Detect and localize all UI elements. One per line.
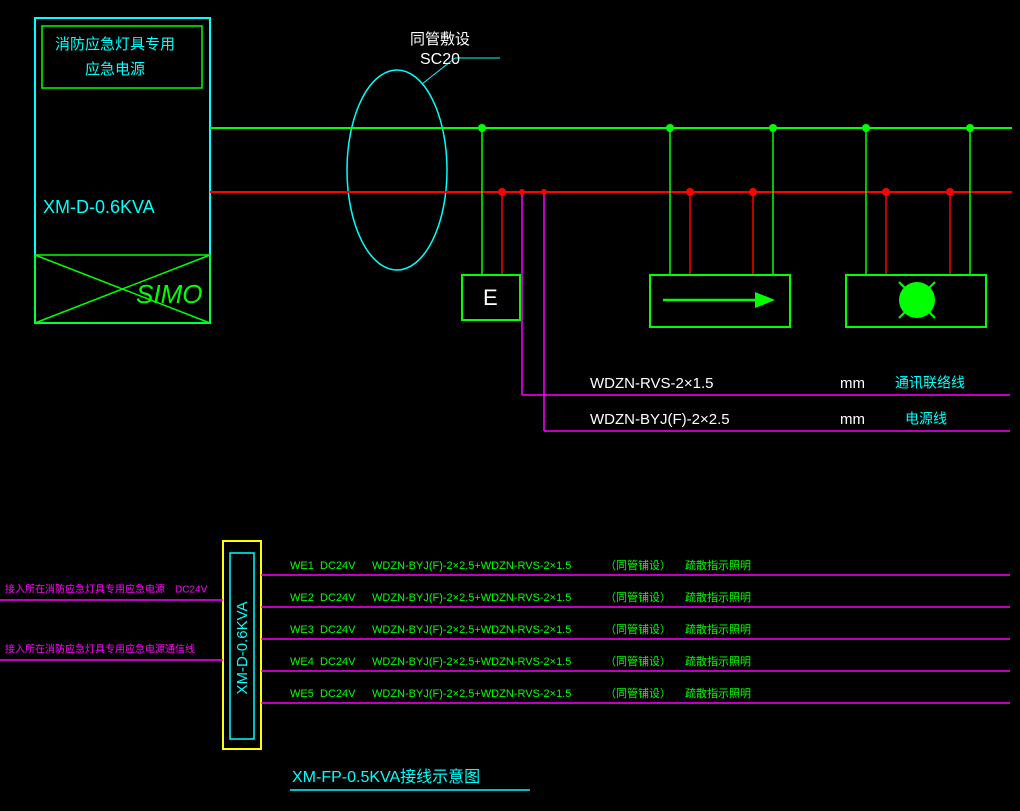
diagram-title: XM-FP-0.5KVA接线示意图 xyxy=(290,767,530,790)
left-notes: 接入所在消防应急灯具专用应急电源 DC24V 接入所在消防应急灯具专用应急电源通… xyxy=(0,583,223,660)
cable1-spec: WDZN-RVS-2×1.5 xyxy=(590,375,714,392)
arrow-right-icon xyxy=(755,292,775,308)
we2-v: DC24V xyxy=(320,592,356,604)
conduit-label-bottom: SC20 xyxy=(420,51,460,68)
we-row-3: WE3 DC24V WDZN-BYJ(F)-2×2.5+WDZN-RVS-2×1… xyxy=(261,622,1010,639)
we3-v: DC24V xyxy=(320,624,356,636)
conduit-label-top: 同管敷设 xyxy=(410,30,470,48)
we5-note1: （同管铺设） xyxy=(605,686,671,700)
box-label-line1: 消防应急灯具专用 xyxy=(55,35,175,53)
power-supply-box: 消防应急灯具专用 应急电源 XM-D-0.6KVA SIMO xyxy=(35,18,210,323)
we4-v: DC24V xyxy=(320,656,356,668)
we1-id: WE1 xyxy=(290,560,314,572)
cable2-name: 电源线 xyxy=(905,411,947,427)
distribution-box: XM-D-0.6KVA xyxy=(223,541,261,749)
cable2-spec: WDZN-BYJ(F)-2×2.5 xyxy=(590,411,730,428)
we1-v: DC24V xyxy=(320,560,356,572)
device-e: E xyxy=(462,128,520,320)
we-row-4: WE4 DC24V WDZN-BYJ(F)-2×2.5+WDZN-RVS-2×1… xyxy=(261,654,1010,671)
we1-note2: 疏散指示照明 xyxy=(685,558,751,572)
we2-spec: WDZN-BYJ(F)-2×2.5+WDZN-RVS-2×1.5 xyxy=(372,592,571,604)
we3-note1: （同管铺设） xyxy=(605,622,671,636)
left-note2: 接入所在消防应急灯具专用应急电源通信线 xyxy=(5,643,195,656)
bus-lines xyxy=(210,124,1012,196)
we4-spec: WDZN-BYJ(F)-2×2.5+WDZN-RVS-2×1.5 xyxy=(372,656,571,668)
cable1-unit: mm xyxy=(840,375,865,392)
we5-spec: WDZN-BYJ(F)-2×2.5+WDZN-RVS-2×1.5 xyxy=(372,688,571,700)
cable2-unit: mm xyxy=(840,411,865,428)
device-arrow xyxy=(650,128,790,327)
box-model-vertical: XM-D-0.6KVA xyxy=(234,601,251,694)
we2-note1: （同管铺设） xyxy=(605,590,671,604)
left-note1-v: DC24V xyxy=(175,585,208,596)
conduit-ellipse: 同管敷设 SC20 xyxy=(347,30,500,270)
we5-note2: 疏散指示照明 xyxy=(685,686,751,700)
we5-id: WE5 xyxy=(290,688,314,700)
we3-note2: 疏散指示照明 xyxy=(685,622,751,636)
we5-v: DC24V xyxy=(320,688,356,700)
simo-label: SIMO xyxy=(136,279,202,309)
signal-line-top xyxy=(519,189,1010,431)
we1-spec: WDZN-BYJ(F)-2×2.5+WDZN-RVS-2×1.5 xyxy=(372,560,571,572)
left-note1: 接入所在消防应急灯具专用应急电源 xyxy=(5,583,165,596)
we2-note2: 疏散指示照明 xyxy=(685,590,751,604)
we-rows: WE1 DC24V WDZN-BYJ(F)-2×2.5+WDZN-RVS-2×1… xyxy=(261,558,1010,703)
cable1-name: 通讯联络线 xyxy=(895,375,965,391)
we2-id: WE2 xyxy=(290,592,314,604)
we-row-1: WE1 DC24V WDZN-BYJ(F)-2×2.5+WDZN-RVS-2×1… xyxy=(261,558,1010,575)
symbol-e-label: E xyxy=(483,285,498,310)
model-label: XM-D-0.6KVA xyxy=(43,197,155,217)
cad-wiring-diagram: 消防应急灯具专用 应急电源 XM-D-0.6KVA SIMO 同管敷设 SC20 xyxy=(0,0,1020,811)
we-row-5: WE5 DC24V WDZN-BYJ(F)-2×2.5+WDZN-RVS-2×1… xyxy=(261,686,1010,703)
we4-id: WE4 xyxy=(290,656,314,668)
we3-spec: WDZN-BYJ(F)-2×2.5+WDZN-RVS-2×1.5 xyxy=(372,624,571,636)
we3-id: WE3 xyxy=(290,624,314,636)
device-lamp xyxy=(846,128,986,327)
we-row-2: WE2 DC24V WDZN-BYJ(F)-2×2.5+WDZN-RVS-2×1… xyxy=(261,590,1010,607)
we4-note1: （同管铺设） xyxy=(605,654,671,668)
box-label-line2: 应急电源 xyxy=(85,60,145,78)
we1-note1: （同管铺设） xyxy=(605,558,671,572)
title-text: XM-FP-0.5KVA接线示意图 xyxy=(292,767,480,786)
we4-note2: 疏散指示照明 xyxy=(685,654,751,668)
